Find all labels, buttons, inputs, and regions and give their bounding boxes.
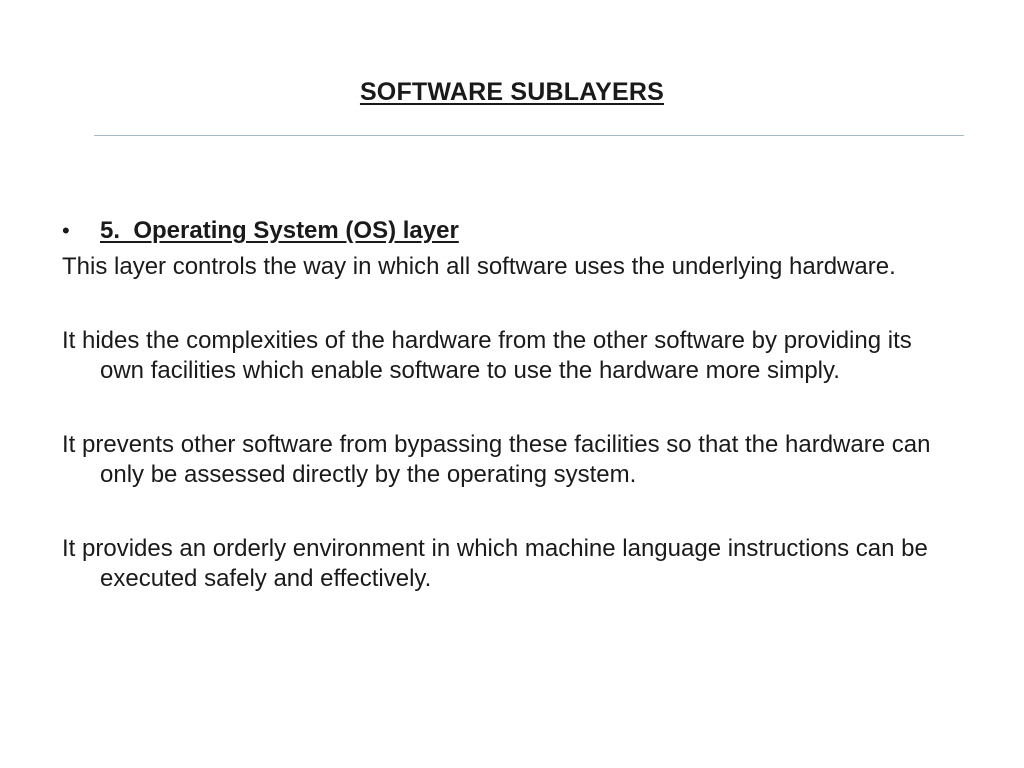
title-divider <box>94 135 964 136</box>
paragraph-3: It prevents other software from bypassin… <box>62 431 931 488</box>
paragraph-2: It hides the complexities of the hardwar… <box>62 327 912 384</box>
slide: SOFTWARE SUBLAYERS • 5. Operating System… <box>0 0 1024 768</box>
bullet-item: • 5. Operating System (OS) layer <box>62 216 962 246</box>
bullet-icon: • <box>62 218 70 243</box>
paragraph-1: This layer controls the way in which all… <box>62 253 896 280</box>
slide-title: SOFTWARE SUBLAYERS <box>359 78 665 106</box>
slide-body: • 5. Operating System (OS) layer This la… <box>62 216 962 594</box>
bullet-heading: 5. Operating System (OS) layer <box>100 217 459 244</box>
paragraph-4: It provides an orderly environment in wh… <box>62 535 928 592</box>
